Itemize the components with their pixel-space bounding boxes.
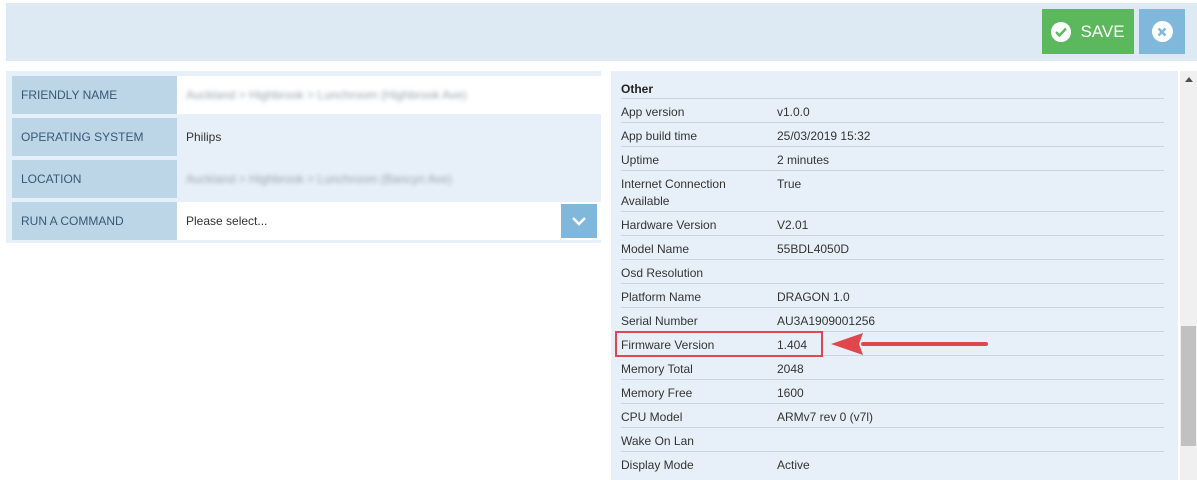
info-row: Platform Name DRAGON 1.0 xyxy=(621,283,1164,307)
info-key: Internet Connection Available xyxy=(621,177,726,208)
info-value: AU3A1909001256 xyxy=(777,314,876,328)
info-row: Memory Total 2048 xyxy=(621,355,1164,379)
location-value: Auckland > Highbrook > Lunchroom (Bancyn… xyxy=(186,172,452,186)
operating-system-row: OPERATING SYSTEM Philips xyxy=(12,118,601,156)
info-key: Osd Resolution xyxy=(621,266,704,280)
info-value: 55BDL4050D xyxy=(777,242,850,256)
close-circle-icon xyxy=(1151,21,1173,42)
friendly-name-row: FRIENDLY NAME Auckland > Highbrook > Lun… xyxy=(12,76,601,114)
info-value: 2048 xyxy=(777,362,804,376)
save-button[interactable]: SAVE xyxy=(1042,9,1134,54)
check-circle-icon xyxy=(1051,21,1072,42)
chevron-down-icon[interactable] xyxy=(561,204,597,238)
scrollbar-thumb[interactable] xyxy=(1181,326,1196,446)
info-key: Serial Number xyxy=(621,314,698,328)
info-row: App build time 25/03/2019 15:32 xyxy=(621,122,1164,146)
location-label: LOCATION xyxy=(12,160,177,198)
friendly-name-label: FRIENDLY NAME xyxy=(12,76,177,114)
info-row: App version v1.0.0 xyxy=(621,98,1164,122)
run-command-label: RUN A COMMAND xyxy=(12,202,177,240)
info-key: CPU Model xyxy=(621,410,683,424)
info-row: Serial Number AU3A1909001256 xyxy=(621,307,1164,331)
info-key: Model Name xyxy=(621,242,690,256)
scrollbar[interactable] xyxy=(1180,71,1197,480)
info-key: Display Mode xyxy=(621,458,694,472)
section-title: Other xyxy=(621,82,654,96)
info-row: Uptime 2 minutes xyxy=(621,146,1164,170)
info-value: Active xyxy=(777,458,810,472)
annotation-highlight-box xyxy=(615,331,823,357)
info-key: Hardware Version xyxy=(621,218,717,232)
location-value-container: Auckland > Highbrook > Lunchroom (Bancyn… xyxy=(177,160,601,198)
info-row: Model Name 55BDL4050D xyxy=(621,235,1164,259)
info-key: Memory Free xyxy=(621,386,693,400)
save-button-label: SAVE xyxy=(1080,21,1125,41)
info-value: V2.01 xyxy=(777,218,809,232)
toolbar xyxy=(6,3,1197,61)
info-row: Display Mode Active xyxy=(621,451,1164,475)
info-value: 1600 xyxy=(777,386,804,400)
info-key: Platform Name xyxy=(621,290,702,304)
run-command-select[interactable]: Please select... xyxy=(177,202,601,240)
friendly-name-value: Auckland > Highbrook > Lunchroom (Highbr… xyxy=(186,88,467,102)
info-value: 2 minutes xyxy=(777,153,830,167)
info-key: Wake On Lan xyxy=(621,434,694,448)
info-key: Memory Total xyxy=(621,362,693,376)
friendly-name-field[interactable]: Auckland > Highbrook > Lunchroom (Highbr… xyxy=(177,76,601,114)
info-row: Memory Free 1600 xyxy=(621,379,1164,403)
info-key: App build time xyxy=(621,129,698,143)
info-key: Uptime xyxy=(621,153,660,167)
info-row: Internet Connection Available True xyxy=(621,170,1164,211)
close-button[interactable] xyxy=(1139,9,1185,54)
info-row: Hardware Version V2.01 xyxy=(621,211,1164,235)
run-command-row: RUN A COMMAND Please select... xyxy=(12,202,601,240)
operating-system-value: Philips xyxy=(186,130,222,144)
device-info-panel: Other App version v1.0.0 App build time 25/… xyxy=(611,71,1178,480)
location-row: LOCATION Auckland > Highbrook > Lunchroo… xyxy=(12,160,601,198)
scroll-up-arrow-icon[interactable] xyxy=(1180,71,1197,88)
info-value: 25/03/2019 15:32 xyxy=(777,129,871,143)
run-command-placeholder: Please select... xyxy=(186,214,268,228)
info-value: True xyxy=(777,177,802,191)
info-value: ARMv7 rev 0 (v7l) xyxy=(777,410,874,424)
info-key: App version xyxy=(621,105,685,119)
device-form: FRIENDLY NAME Auckland > Highbrook > Lun… xyxy=(6,71,601,243)
annotation-arrow-icon xyxy=(831,333,988,355)
info-row: Wake On Lan xyxy=(621,427,1164,451)
info-value: v1.0.0 xyxy=(777,105,810,119)
info-row: CPU Model ARMv7 rev 0 (v7l) xyxy=(621,403,1164,427)
operating-system-label: OPERATING SYSTEM xyxy=(12,118,177,156)
info-row: Osd Resolution xyxy=(621,259,1164,283)
info-value: DRAGON 1.0 xyxy=(777,290,850,304)
